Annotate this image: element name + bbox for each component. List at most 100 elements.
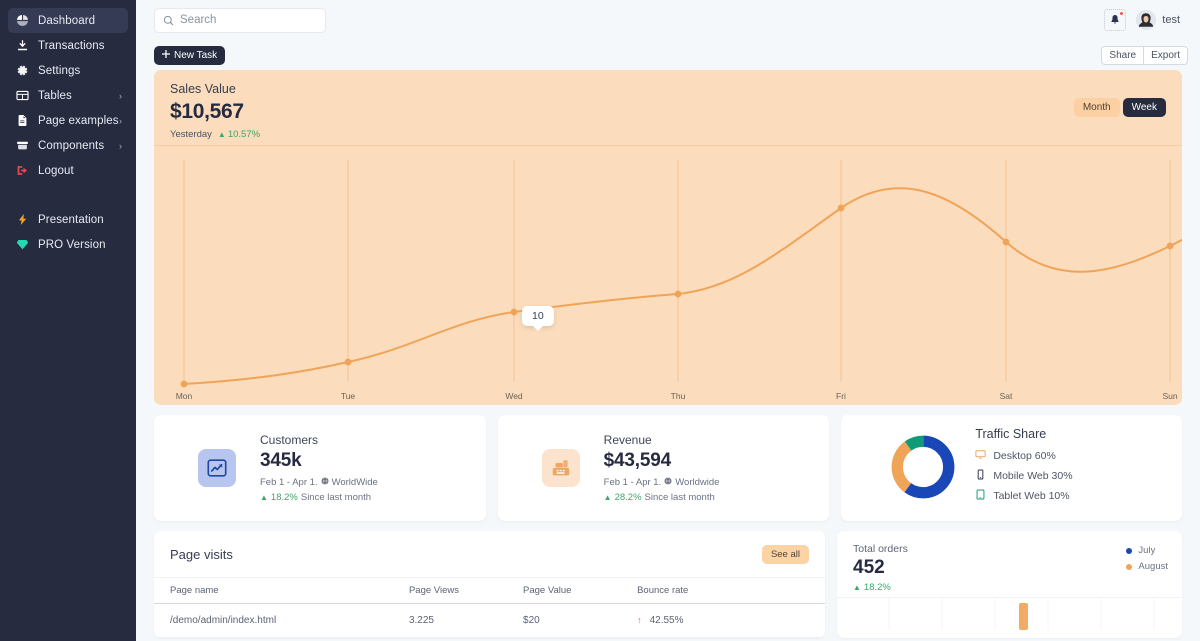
traffic-legend-label: Tablet Web 10% xyxy=(993,490,1070,502)
download-icon xyxy=(14,39,31,53)
total-orders-header: Total orders 452 ▲ 18.2% July August xyxy=(837,531,1182,597)
notifications-button[interactable] xyxy=(1104,9,1127,31)
total-orders-legend: July August xyxy=(1126,545,1168,577)
traffic-legend-label: Mobile Web 30% xyxy=(993,470,1073,482)
traffic-legend-item: Tablet Web 10% xyxy=(975,489,1072,503)
share-button[interactable]: Share xyxy=(1101,45,1144,65)
traffic-legend-label: Desktop 60% xyxy=(993,450,1056,462)
new-task-button[interactable]: New Task xyxy=(154,45,226,65)
customers-delta-text: Since last month xyxy=(300,492,372,503)
traffic-legend-item: Desktop 60% xyxy=(975,449,1072,463)
revenue-date-range: Feb 1 - Apr 1. xyxy=(603,477,662,488)
orders-bar xyxy=(1019,603,1028,630)
desktop-icon xyxy=(975,449,986,463)
sales-delta: ▲ 10.57% xyxy=(218,129,260,140)
user-menu[interactable]: test xyxy=(1136,10,1180,30)
sales-chart-svg: Mon Tue Wed Thu Fri Sat Sun xyxy=(176,160,1182,401)
tablet-icon xyxy=(975,489,986,503)
period-switch: Month Week xyxy=(1073,98,1166,117)
sidebar-item-label: Logout xyxy=(38,164,74,177)
notification-dot xyxy=(1119,11,1125,16)
revenue-delta-value: 28.2% xyxy=(614,492,642,503)
gear-icon xyxy=(14,64,31,78)
sales-subtext: Yesterday ▲ 10.57% xyxy=(170,129,1166,140)
plus-icon xyxy=(162,49,170,61)
document-icon xyxy=(14,114,31,128)
arrow-up-icon: ↑ xyxy=(637,615,642,625)
traffic-title: Traffic Share xyxy=(975,427,1047,441)
traffic-share-card: Traffic Share Desktop 60% Mobile Web 30%… xyxy=(841,415,1182,521)
page-visits-title: Page visits xyxy=(170,546,233,562)
topbar: test xyxy=(136,0,1200,40)
customers-range: Feb 1 - Apr 1. WorldWide xyxy=(260,477,378,488)
topbar-right: test xyxy=(1104,9,1188,31)
column-header-page-name: Page name xyxy=(154,577,409,604)
see-all-button[interactable]: See all xyxy=(761,544,809,564)
content: Sales Value $10,567 Yesterday ▲ 10.57% M… xyxy=(136,70,1200,638)
chevron-right-icon: › xyxy=(119,140,122,151)
mobile-icon xyxy=(975,469,986,483)
sidebar-item-logout[interactable]: Logout xyxy=(8,158,128,183)
customers-scope: WorldWide xyxy=(331,477,378,488)
sidebar-item-page-examples[interactable]: Page examples › xyxy=(8,108,128,133)
svg-text:Thu: Thu xyxy=(671,391,686,401)
revenue-value: $43,594 xyxy=(603,450,671,471)
main-area: test New Task Share Export Sales Value xyxy=(136,0,1200,641)
sales-value: $10,567 xyxy=(170,100,244,123)
customers-delta-value: 18.2% xyxy=(270,492,298,503)
bell-icon xyxy=(1111,14,1119,24)
sidebar-item-tables[interactable]: Tables › xyxy=(8,83,128,108)
cell-bounce-rate: ↑ 42.55% xyxy=(637,603,825,638)
page-visits-header: Page visits See all xyxy=(154,531,825,577)
total-orders-bar-chart[interactable] xyxy=(837,597,1182,630)
period-month-button[interactable]: Month xyxy=(1073,98,1120,117)
search-input[interactable] xyxy=(180,14,317,26)
sidebar-item-components[interactable]: Components › xyxy=(8,133,128,158)
sales-period-label: Yesterday xyxy=(170,129,212,140)
revenue-label: Revenue xyxy=(603,433,652,447)
sidebar-divider xyxy=(0,183,136,207)
caret-up-icon: ▲ xyxy=(217,130,226,139)
svg-text:Tue: Tue xyxy=(341,391,356,401)
stats-row: Customers 345k Feb 1 - Apr 1. WorldWide … xyxy=(154,415,1182,521)
sidebar-item-presentation[interactable]: Presentation xyxy=(8,207,128,232)
cell-page-value: $20 xyxy=(523,603,638,638)
sidebar-item-label: Page examples xyxy=(38,114,119,127)
customers-delta: ▲ 18.2% Since last month xyxy=(260,492,378,503)
caret-up-icon: ▲ xyxy=(603,493,612,502)
total-orders-value: 452 xyxy=(853,557,885,578)
caret-up-icon: ▲ xyxy=(853,583,861,592)
sidebar-item-dashboard[interactable]: Dashboard xyxy=(8,8,128,33)
chart-tooltip: 10 xyxy=(522,306,554,326)
period-week-button[interactable]: Week xyxy=(1122,98,1166,117)
sales-line-chart[interactable]: Mon Tue Wed Thu Fri Sat Sun 10 xyxy=(154,146,1182,405)
legend-dot-august xyxy=(1126,563,1133,570)
legend-label-august: August xyxy=(1138,561,1168,572)
export-button[interactable]: Export xyxy=(1143,45,1188,65)
sidebar-item-label: Components xyxy=(38,139,105,152)
customers-card: Customers 345k Feb 1 - Apr 1. WorldWide … xyxy=(154,415,486,521)
sales-header: Sales Value $10,567 Yesterday ▲ 10.57% M… xyxy=(154,70,1182,146)
chart-x-labels: Mon Tue Wed Thu Fri Sat Sun xyxy=(176,391,1178,401)
sidebar-item-settings[interactable]: Settings xyxy=(8,58,128,83)
svg-text:Sat: Sat xyxy=(1000,391,1013,401)
sales-delta-value: 10.57% xyxy=(227,129,261,140)
cell-page-views: 3.225 xyxy=(408,603,524,638)
table-header-row: Page name Page Views Page Value Bounce r… xyxy=(154,577,825,604)
sidebar-item-transactions[interactable]: Transactions xyxy=(8,33,128,58)
column-header-bounce-rate: Bounce rate xyxy=(637,577,825,604)
sidebar-item-label: Transactions xyxy=(38,39,105,52)
traffic-legend: Traffic Share Desktop 60% Mobile Web 30%… xyxy=(975,427,1072,509)
column-header-page-views: Page Views xyxy=(408,577,524,604)
chart-line xyxy=(183,187,1182,385)
sales-value-card: Sales Value $10,567 Yesterday ▲ 10.57% M… xyxy=(154,70,1182,405)
subbar: New Task Share Export xyxy=(136,40,1200,70)
revenue-delta: ▲ 28.2% Since last month xyxy=(604,492,720,503)
svg-text:Mon: Mon xyxy=(176,391,193,401)
svg-text:Wed: Wed xyxy=(505,391,523,401)
legend-item-august: August xyxy=(1126,561,1168,572)
sidebar-item-pro-version[interactable]: PRO Version xyxy=(8,232,128,257)
customers-date-range: Feb 1 - Apr 1. xyxy=(260,477,318,488)
table-row[interactable]: /demo/admin/index.html 3.225 $20 ↑ 42.55% xyxy=(154,603,825,638)
search-box[interactable] xyxy=(154,7,326,33)
